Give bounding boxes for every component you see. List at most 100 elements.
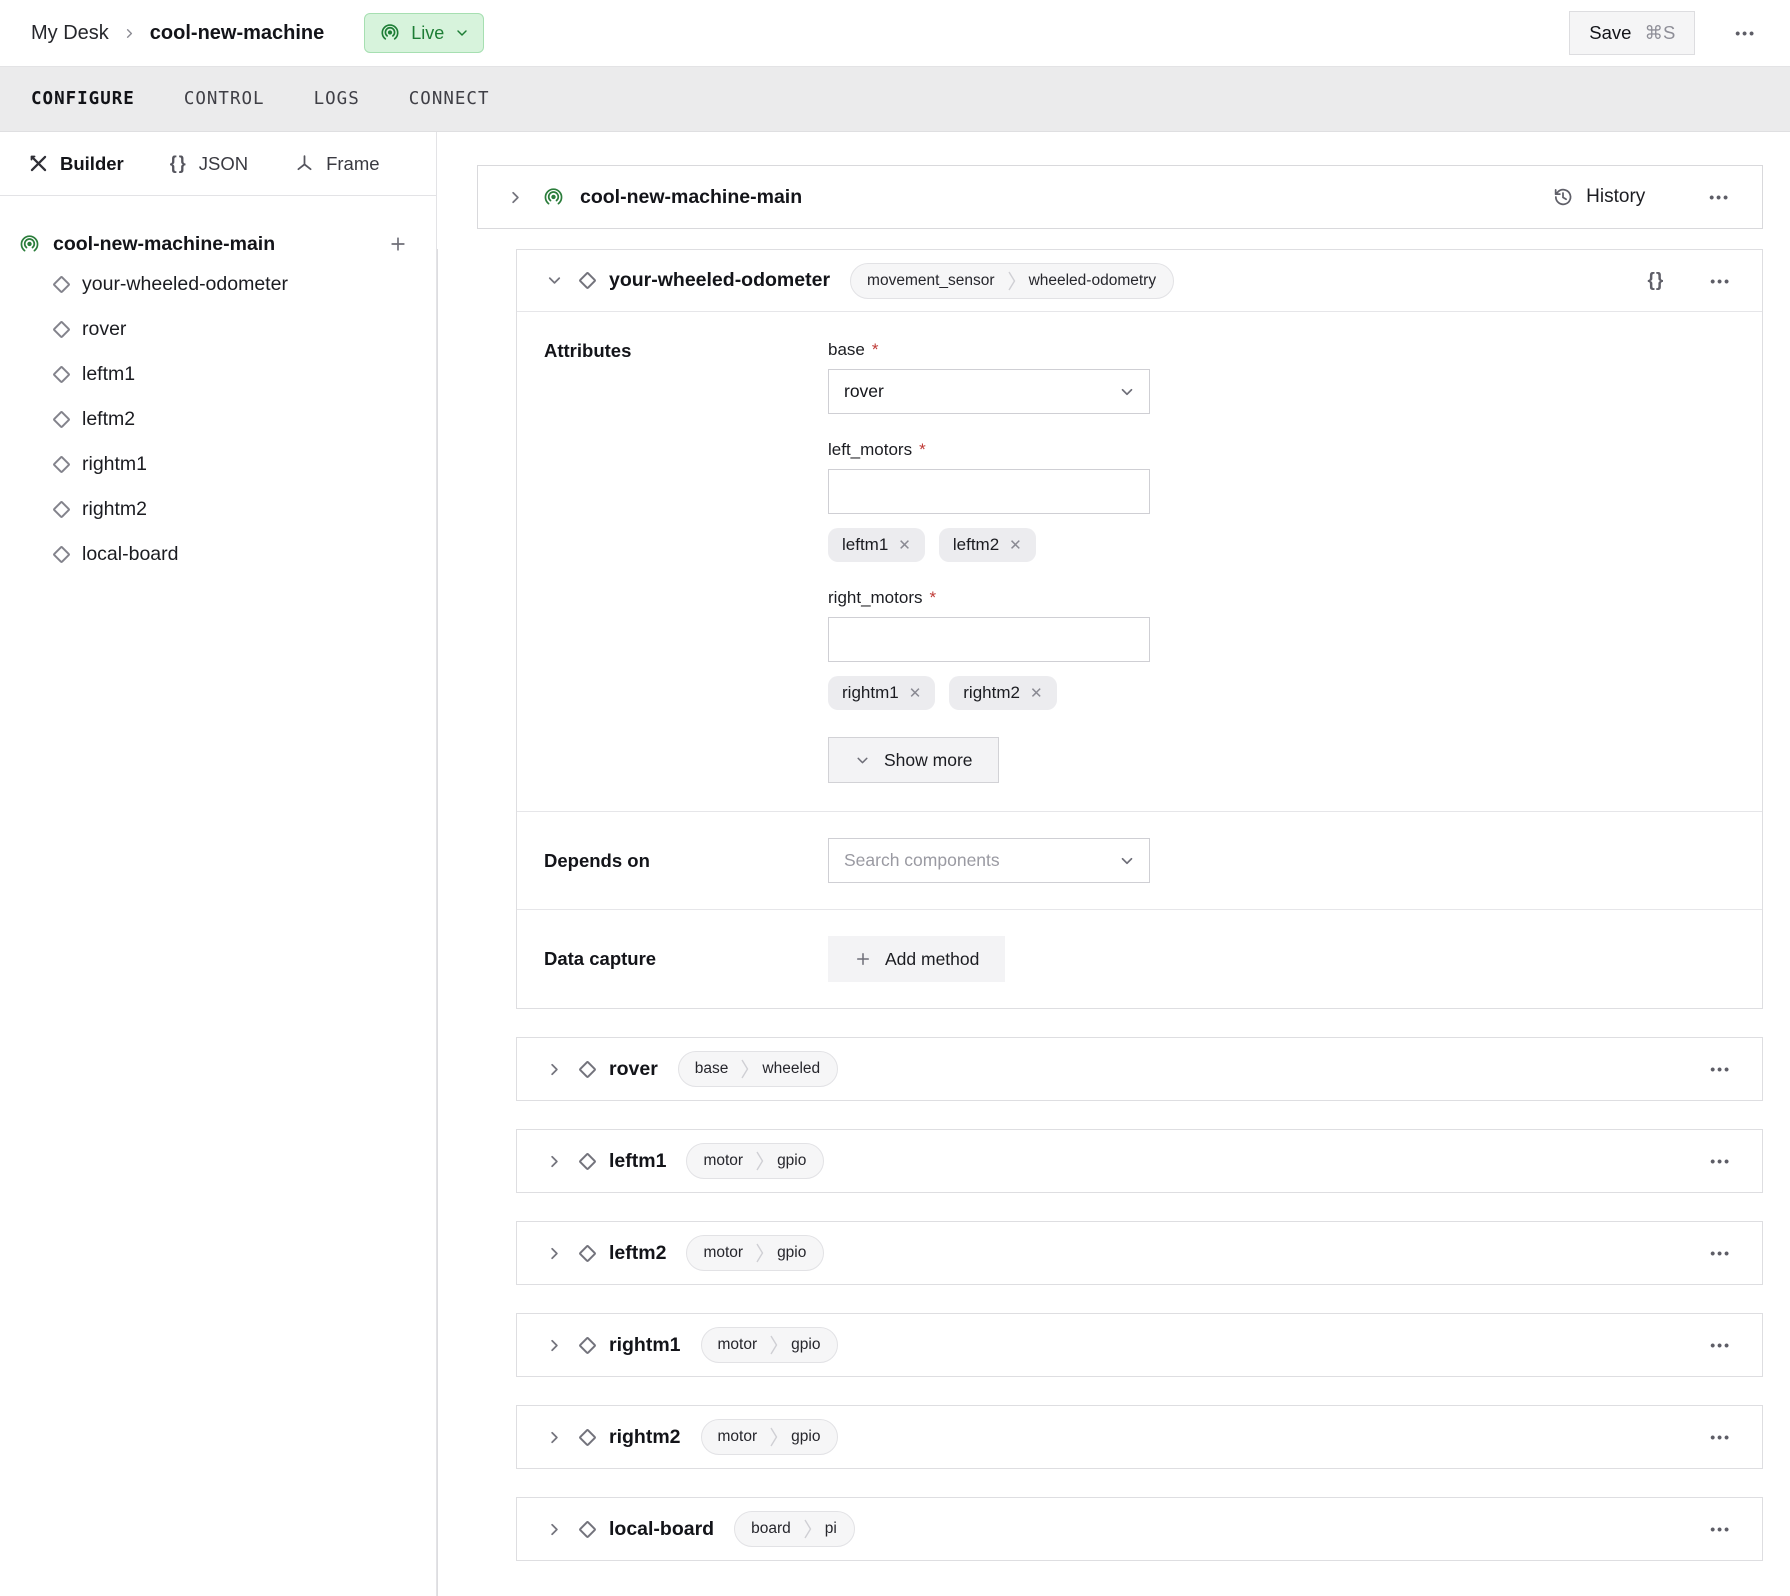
- component-diamond-icon: [52, 455, 70, 473]
- tab-control[interactable]: CONTROL: [184, 89, 265, 109]
- machine-part-row: cool-new-machine-main History •••: [477, 165, 1763, 229]
- tree-root-label: cool-new-machine-main: [53, 233, 275, 256]
- expand-card-chevron[interactable]: [543, 1242, 566, 1265]
- chevron-down-icon: [1118, 383, 1136, 401]
- remove-chip-icon[interactable]: ✕: [1030, 686, 1043, 701]
- card-rover: rover base wheeled •••: [516, 1037, 1763, 1101]
- ellipsis-icon: •••: [1710, 1153, 1731, 1169]
- mode-builder[interactable]: Builder: [28, 153, 124, 175]
- breadcrumb-chevron-icon: [122, 26, 137, 41]
- card-header: your-wheeled-odometer movement_sensor wh…: [517, 250, 1762, 312]
- pill-separator-icon: [1008, 271, 1016, 291]
- chip-leftm2: leftm2 ✕: [939, 528, 1036, 562]
- ellipsis-icon: •••: [1710, 1245, 1731, 1261]
- tree-item-leftm1[interactable]: leftm1: [18, 352, 410, 397]
- part-overflow-menu-button[interactable]: •••: [1705, 186, 1734, 208]
- card-overflow-menu-button[interactable]: •••: [1706, 1334, 1735, 1356]
- required-asterisk: *: [919, 440, 926, 460]
- card-overflow-menu-button[interactable]: •••: [1706, 1150, 1735, 1172]
- expand-card-chevron[interactable]: [543, 1518, 566, 1541]
- expand-card-chevron[interactable]: [543, 1150, 566, 1173]
- card-overflow-menu-button[interactable]: •••: [1706, 270, 1735, 292]
- content-area: Builder {} JSON Frame cool-new-machine-m…: [0, 132, 1790, 1596]
- pill-separator-icon: [770, 1427, 778, 1447]
- tree-item-leftm2[interactable]: leftm2: [18, 397, 410, 442]
- ellipsis-icon: •••: [1709, 189, 1730, 205]
- braces-icon: {}: [170, 153, 188, 174]
- component-diamond-icon: [52, 320, 70, 338]
- right-motors-field-label: right_motors *: [828, 588, 1150, 608]
- plus-icon: [854, 950, 872, 968]
- machine-status-live-badge[interactable]: Live: [364, 13, 484, 53]
- chevron-down-icon: [1118, 852, 1136, 870]
- show-more-button[interactable]: Show more: [828, 737, 999, 783]
- data-capture-section: Data capture Add method: [517, 909, 1762, 1008]
- expand-part-chevron[interactable]: [504, 186, 527, 209]
- breadcrumb-root[interactable]: My Desk: [31, 22, 109, 45]
- card-title: your-wheeled-odometer: [609, 269, 830, 292]
- ellipsis-icon: •••: [1710, 1337, 1731, 1353]
- base-select[interactable]: rover: [828, 369, 1150, 414]
- component-diamond-icon: [578, 1152, 596, 1170]
- save-button[interactable]: Save ⌘S: [1569, 11, 1695, 55]
- breadcrumb-current-machine: cool-new-machine: [150, 22, 324, 45]
- tab-logs[interactable]: LOGS: [314, 89, 360, 109]
- type-model-badge: motor gpio: [686, 1143, 824, 1179]
- tab-connect[interactable]: CONNECT: [409, 89, 490, 109]
- type-model-badge: board pi: [734, 1511, 855, 1547]
- remove-chip-icon[interactable]: ✕: [898, 538, 911, 553]
- add-component-button[interactable]: [386, 232, 410, 256]
- history-button[interactable]: History: [1546, 185, 1651, 209]
- add-method-button[interactable]: Add method: [828, 936, 1005, 982]
- tree-root-part[interactable]: cool-new-machine-main: [18, 226, 410, 262]
- type-model-badge: motor gpio: [701, 1419, 839, 1455]
- save-label: Save: [1589, 22, 1631, 44]
- expand-card-chevron[interactable]: [543, 1058, 566, 1081]
- card-local-board: local-board board pi •••: [516, 1497, 1763, 1561]
- remove-chip-icon[interactable]: ✕: [1009, 538, 1022, 553]
- card-overflow-menu-button[interactable]: •••: [1706, 1426, 1735, 1448]
- collapse-card-chevron[interactable]: [543, 269, 566, 292]
- card-overflow-menu-button[interactable]: •••: [1706, 1242, 1735, 1264]
- left-motors-input[interactable]: [828, 469, 1150, 514]
- pill-separator-icon: [770, 1335, 778, 1355]
- type-model-badge: base wheeled: [678, 1051, 838, 1087]
- top-actions: Save ⌘S •••: [1569, 11, 1760, 55]
- chip-rightm1: rightm1 ✕: [828, 676, 935, 710]
- remove-chip-icon[interactable]: ✕: [909, 686, 922, 701]
- tree-item-rightm2[interactable]: rightm2: [18, 487, 410, 532]
- card-leftm2: leftm2 motor gpio •••: [516, 1221, 1763, 1285]
- pill-separator-icon: [804, 1519, 812, 1539]
- component-diamond-icon: [578, 271, 596, 289]
- page-overflow-menu-button[interactable]: •••: [1731, 22, 1760, 44]
- frame-axis-icon: [294, 153, 315, 174]
- ellipsis-icon: •••: [1710, 273, 1731, 289]
- tree-item-rover[interactable]: rover: [18, 307, 410, 352]
- mode-json[interactable]: {} JSON: [170, 153, 248, 175]
- ellipsis-icon: •••: [1735, 25, 1756, 41]
- component-diamond-icon: [52, 365, 70, 383]
- component-diamond-icon: [578, 1244, 596, 1262]
- expand-card-chevron[interactable]: [543, 1334, 566, 1357]
- type-model-badge: motor gpio: [701, 1327, 839, 1363]
- component-diamond-icon: [52, 410, 70, 428]
- chevron-down-icon: [454, 25, 470, 41]
- machine-part-icon: [18, 233, 41, 256]
- right-motors-input[interactable]: [828, 617, 1150, 662]
- component-tree: cool-new-machine-main your-wheeled-odome…: [0, 196, 436, 577]
- save-shortcut: ⌘S: [1644, 22, 1675, 44]
- expand-card-chevron[interactable]: [543, 1426, 566, 1449]
- card-overflow-menu-button[interactable]: •••: [1706, 1058, 1735, 1080]
- tree-item-odometer[interactable]: your-wheeled-odometer: [18, 262, 410, 307]
- attribute-fields: base * rover left_motors *: [828, 340, 1150, 783]
- tab-bar: CONFIGURE CONTROL LOGS CONNECT: [0, 66, 1790, 132]
- mode-frame[interactable]: Frame: [294, 153, 379, 175]
- ellipsis-icon: •••: [1710, 1521, 1731, 1537]
- tree-item-rightm1[interactable]: rightm1: [18, 442, 410, 487]
- view-json-button[interactable]: {}: [1645, 268, 1666, 294]
- tree-item-local-board[interactable]: local-board: [18, 532, 410, 577]
- tab-configure[interactable]: CONFIGURE: [31, 89, 135, 109]
- card-overflow-menu-button[interactable]: •••: [1706, 1518, 1735, 1540]
- depends-on-select[interactable]: Search components: [828, 838, 1150, 883]
- live-broadcast-icon: [379, 22, 401, 44]
